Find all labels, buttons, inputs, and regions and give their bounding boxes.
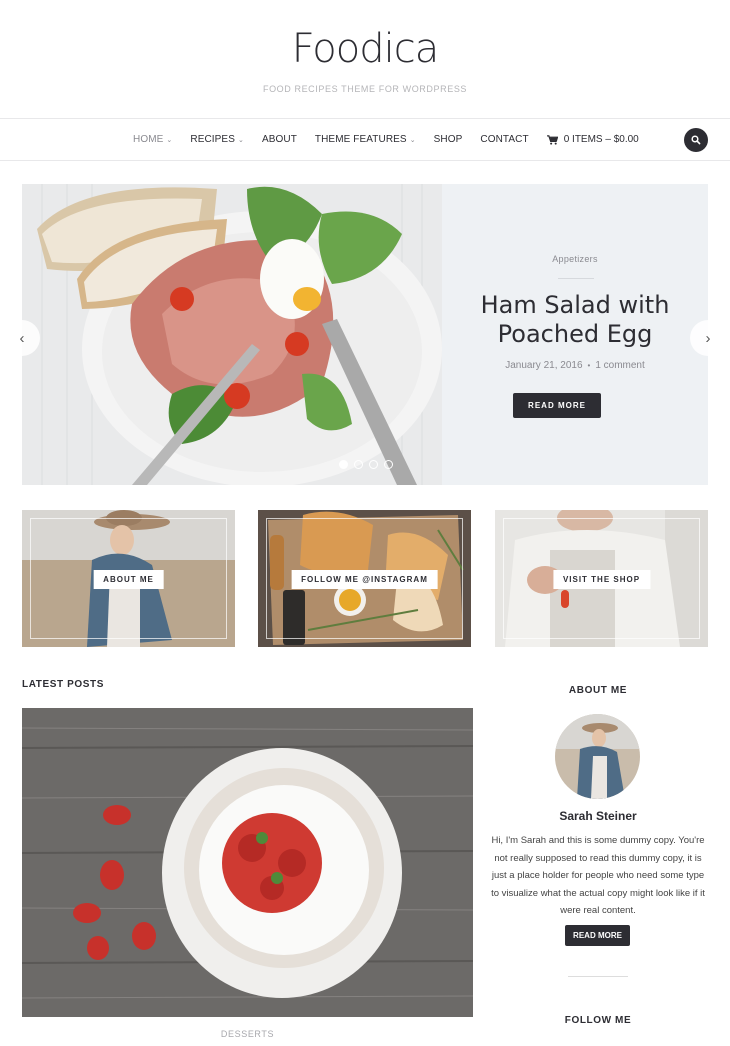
meta-separator: •	[587, 361, 591, 370]
slide-divider	[558, 278, 594, 279]
post-category[interactable]: DESSERTS	[22, 1029, 473, 1039]
nav-item-contact[interactable]: CONTACT	[480, 134, 528, 145]
main-navigation: HOME ⌄ RECIPES ⌄ ABOUT THEME FEATURES ⌄ …	[0, 118, 730, 161]
slide-meta: January 21, 2016 • 1 comment	[442, 360, 708, 371]
promo-label: ABOUT ME	[93, 570, 164, 589]
promo-shop[interactable]: VISIT THE SHOP	[495, 510, 708, 647]
slider-next-button[interactable]: ›	[690, 320, 726, 356]
slider-prev-button[interactable]: ‹	[4, 320, 40, 356]
cart-total: 0 ITEMS – $0.00	[563, 134, 639, 145]
slide-category[interactable]: Appetizers	[442, 254, 708, 264]
chevron-left-icon: ‹	[19, 329, 25, 347]
nav-item-label: HOME	[133, 134, 164, 145]
slide-title-line-2: Poached Egg	[497, 320, 653, 348]
site-header: Foodica FOOD RECIPES THEME FOR WORDPRESS	[0, 0, 730, 118]
chevron-right-icon: ›	[705, 329, 711, 347]
latest-posts-heading: LATEST POSTS	[22, 679, 105, 690]
promo-about-me[interactable]: ABOUT ME	[22, 510, 235, 647]
slider-dot-4[interactable]	[384, 460, 393, 469]
nav-item-label: RECIPES	[190, 134, 235, 145]
search-icon	[691, 135, 701, 145]
slider-pagination	[339, 460, 399, 469]
chevron-down-icon: ⌄	[166, 136, 173, 144]
slider-dot-2[interactable]	[354, 460, 363, 469]
promo-label: VISIT THE SHOP	[552, 570, 651, 589]
chevron-down-icon: ⌄	[237, 136, 244, 144]
nav-item-about[interactable]: ABOUT	[262, 134, 297, 145]
slide-title[interactable]: Ham Salad with Poached Egg	[442, 291, 708, 349]
about-me-heading: ABOUT ME	[568, 685, 628, 696]
featured-slider: Appetizers Ham Salad with Poached Egg Ja…	[22, 184, 708, 485]
cart-icon	[546, 134, 558, 145]
nav-item-label: CONTACT	[480, 134, 529, 145]
slide-image-ham-salad[interactable]	[22, 184, 442, 485]
slide-read-more-button[interactable]: READ MORE	[513, 393, 601, 418]
promo-label: FOLLOW ME @INSTAGRAM	[291, 570, 438, 589]
slide-content: Appetizers Ham Salad with Poached Egg Ja…	[442, 184, 708, 485]
cart-link[interactable]: 0 ITEMS – $0.00	[546, 134, 639, 145]
about-read-more-button[interactable]: READ MORE	[565, 925, 630, 946]
slider-dot-3[interactable]	[369, 460, 378, 469]
nav-item-recipes[interactable]: RECIPES ⌄	[190, 134, 244, 145]
nav-item-theme-features[interactable]: THEME FEATURES ⌄	[315, 134, 416, 145]
slide-date: January 21, 2016	[505, 360, 583, 371]
site-tagline: FOOD RECIPES THEME FOR WORDPRESS	[262, 84, 468, 94]
nav-item-label: THEME FEATURES	[314, 134, 407, 145]
nav-item-shop[interactable]: SHOP	[434, 134, 463, 145]
author-bio: Hi, I'm Sarah and this is some dummy cop…	[491, 835, 705, 916]
post-image-pavlova[interactable]	[22, 708, 473, 1017]
nav-item-label: SHOP	[433, 134, 463, 145]
author-avatar	[555, 714, 640, 799]
promo-instagram[interactable]: FOLLOW ME @INSTAGRAM	[258, 510, 471, 647]
slide-title-line-1: Ham Salad with	[480, 291, 670, 319]
author-name: Sarah Steiner	[559, 809, 637, 823]
chevron-down-icon: ⌄	[409, 136, 416, 144]
slider-dot-1[interactable]	[339, 460, 348, 469]
search-button[interactable]	[684, 128, 708, 152]
nav-item-label: ABOUT	[261, 134, 297, 145]
sidebar-divider	[568, 976, 628, 977]
nav-item-home[interactable]: HOME ⌄	[133, 134, 172, 145]
site-logo[interactable]: Foodica	[0, 26, 730, 72]
slide-comments-link[interactable]: 1 comment	[595, 360, 644, 371]
nav-menu: HOME ⌄ RECIPES ⌄ ABOUT THEME FEATURES ⌄ …	[133, 119, 639, 160]
follow-me-heading: FOLLOW ME	[564, 1015, 632, 1026]
